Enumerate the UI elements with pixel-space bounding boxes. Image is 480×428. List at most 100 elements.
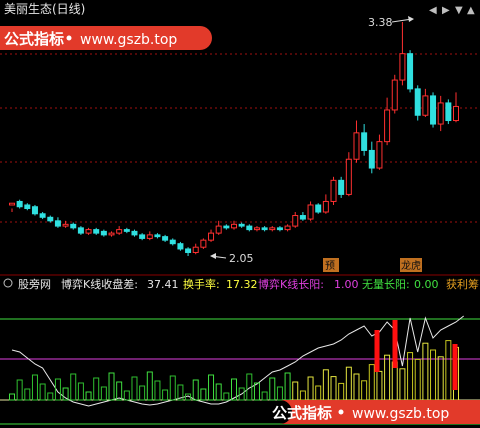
- candle-body: [376, 141, 383, 169]
- candle-body: [384, 109, 391, 143]
- turnover-bar: [24, 388, 31, 401]
- candle-body: [39, 213, 46, 218]
- turnover-bar: [322, 369, 329, 401]
- chart-controls[interactable]: ◀ ▶ ▼ ▲: [429, 5, 475, 16]
- watermark-url: www.gszb.top: [80, 32, 177, 48]
- candle: [453, 92, 459, 123]
- candle: [185, 247, 192, 256]
- candle: [246, 224, 253, 232]
- candle-body: [414, 88, 421, 116]
- candle-body: [269, 227, 276, 231]
- settings-icon[interactable]: [3, 278, 13, 288]
- candle: [399, 22, 406, 86]
- candle-body: [215, 225, 222, 234]
- candle: [123, 227, 130, 234]
- turnover-bar: [338, 382, 345, 401]
- candle: [299, 212, 306, 221]
- candle: [437, 95, 444, 132]
- arrow-left-icon[interactable]: ◀: [429, 5, 437, 16]
- turnover-bar: [361, 380, 368, 401]
- item-noflow-label: 无量长阳:: [362, 278, 410, 291]
- turnover-bar: [131, 376, 138, 401]
- long-yang-bar: [374, 330, 380, 372]
- candle: [376, 134, 383, 170]
- arrow-up-icon[interactable]: ▲: [467, 5, 475, 16]
- turnover-bar: [445, 340, 452, 401]
- watermark-banner-top[interactable]: 公式指标 www.gszb.top: [0, 26, 212, 50]
- candle-body: [391, 79, 398, 111]
- high-price-marker: 3.38: [368, 16, 414, 29]
- candle: [330, 176, 337, 205]
- candle-body: [246, 225, 253, 231]
- candle-body: [307, 204, 314, 220]
- candle-body: [315, 204, 322, 213]
- turnover-bar: [269, 377, 276, 401]
- turnover-bar: [108, 372, 115, 401]
- candle: [208, 229, 215, 242]
- turnover-bar: [162, 389, 169, 401]
- stock-chart-window: 美丽生态(日线) ◀ ▶ ▼ ▲ 3.38 2.05 预 龙虎 公式指标 www…: [0, 0, 480, 428]
- candle: [361, 124, 368, 156]
- candle-body: [169, 239, 176, 245]
- candle: [292, 212, 299, 228]
- candle: [284, 224, 291, 232]
- turnover-bar: [93, 377, 100, 401]
- candle: [70, 222, 77, 230]
- turnover-bar: [77, 382, 84, 401]
- candle: [307, 201, 314, 221]
- candle-body: [253, 227, 260, 231]
- candle-body: [422, 95, 429, 116]
- candle-body: [437, 102, 444, 125]
- turnover-bar: [353, 373, 360, 401]
- candle-body: [16, 200, 23, 208]
- event-tag-dragon-tiger[interactable]: 龙虎: [400, 258, 422, 272]
- turnover-bar: [192, 379, 199, 401]
- candle-body: [399, 53, 406, 81]
- dot-icon: [338, 409, 344, 415]
- turnover-bar: [299, 390, 306, 401]
- turnover-bar: [200, 388, 207, 401]
- candle-body: [231, 223, 237, 229]
- candle: [414, 85, 421, 121]
- arrow-right-icon[interactable]: ▶: [442, 5, 450, 16]
- candle-body: [223, 225, 230, 229]
- candle-body: [54, 220, 61, 227]
- turnover-bar: [292, 381, 299, 401]
- candle: [24, 203, 31, 211]
- candle-body: [108, 232, 115, 236]
- turnover-bar: [345, 366, 352, 401]
- indicator-name[interactable]: 股旁网: [18, 277, 51, 291]
- candle-body: [85, 229, 92, 234]
- candle-body: [177, 243, 184, 250]
- candle-body: [445, 102, 452, 122]
- candle-body: [284, 225, 291, 231]
- candle-body: [146, 234, 153, 239]
- turnover-bar: [430, 349, 437, 401]
- turnover-bar: [16, 379, 23, 401]
- candle: [139, 233, 146, 241]
- arrow-down-icon[interactable]: ▼: [455, 5, 463, 16]
- watermark-banner-bottom[interactable]: 公式指标 www.gszb.top: [272, 400, 480, 424]
- candle: [100, 229, 107, 237]
- turnover-bar: [384, 354, 391, 401]
- high-price-label: 3.38: [368, 16, 393, 29]
- candle-body: [292, 215, 299, 227]
- chart-canvas[interactable]: 美丽生态(日线) ◀ ▶ ▼ ▲ 3.38 2.05 预 龙虎 公式指标 www…: [0, 0, 480, 428]
- candle: [391, 74, 398, 114]
- candle-body: [368, 149, 375, 169]
- turnover-bar: [139, 385, 146, 401]
- candle: [384, 97, 391, 146]
- turnover-bar: [284, 372, 291, 401]
- candle: [54, 217, 61, 228]
- low-price-label: 2.05: [229, 252, 254, 265]
- turnover-bar: [276, 386, 283, 401]
- item-close-diff-label: 博弈K线收盘差:: [61, 277, 138, 291]
- candle-body: [93, 229, 100, 234]
- candlestick-series: [9, 22, 459, 256]
- candle: [253, 226, 260, 232]
- turnover-bar: [208, 374, 215, 401]
- long-yang-bar: [452, 344, 458, 390]
- turnover-bar: [437, 356, 444, 401]
- event-tag-forecast[interactable]: 预: [323, 258, 339, 272]
- turnover-bar: [414, 358, 421, 401]
